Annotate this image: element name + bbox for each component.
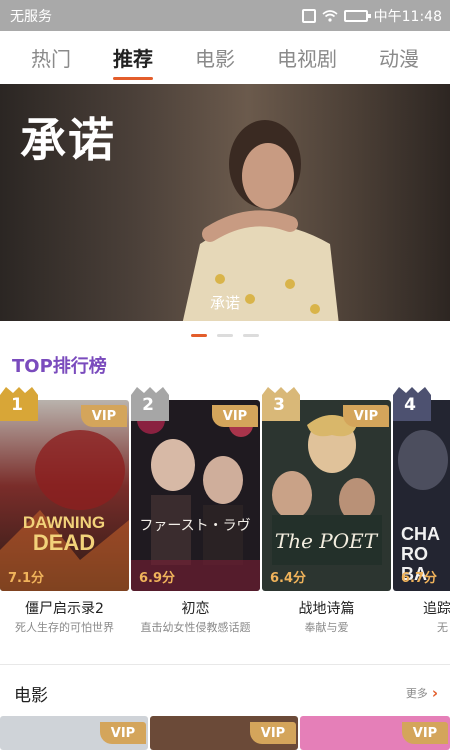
vip-badge: VIP [212,405,258,427]
wifi-icon [322,9,338,22]
movie-description: 死人生存的可怕世界 [15,621,114,634]
tab-recommend[interactable]: 推荐 [107,35,159,80]
poster-image: ファースト・ラヴ [131,400,260,591]
more-link[interactable]: 更多 › [406,684,438,702]
rating-score: 6.9分 [139,571,176,586]
rank-number: 1 [11,395,23,415]
banner-caption: 承诺 [209,294,240,312]
banner-title-art: 承诺 [20,112,116,168]
top-ranking-title: TOP排行榜 [12,356,107,377]
movie-description: 无 [437,621,448,634]
vip-badge: VIP [250,722,296,744]
vibrate-icon [301,8,316,23]
pagination-dot[interactable] [243,334,259,337]
tab-tv-series[interactable]: 电视剧 [271,35,343,80]
vip-badge: VIP [343,405,389,427]
movie-name[interactable]: 僵尸启示录2 [0,598,129,618]
rank-number: 4 [404,395,416,415]
pagination-dot[interactable] [217,334,233,337]
top-ranking-row: DAWNING DEAD 1 VIP 7.1分 僵尸启示录2 死人生存的可怕世界… [0,387,450,647]
movie-name[interactable]: 战地诗篇 [262,598,391,618]
tab-hot[interactable]: 热门 [25,35,77,80]
rating-score: 6.4分 [270,571,307,586]
movie-thumb[interactable]: VIP [300,716,450,750]
movie-row-preview: VIP VIP VIP [0,716,450,750]
poster-image: The POET [262,400,391,591]
pagination-dot[interactable] [191,334,207,337]
status-bar: 无服务 中午11:48 [0,0,450,31]
movie-thumb[interactable]: VIP [150,716,298,750]
banner-title-art-text: 承诺 [20,113,116,167]
movie-section-title: 电影 [14,686,48,706]
rank-number: 3 [273,395,285,415]
svg-text:CHA: CHA [401,524,440,544]
svg-text:DEAD: DEAD [33,530,95,555]
category-tabs: 热门 推荐 电影 电视剧 动漫 [0,31,450,84]
hero-banner[interactable]: 承诺 承诺 [0,84,450,321]
carrier-label: 无服务 [10,8,52,25]
vip-badge: VIP [100,722,146,744]
status-icons: 中午11:48 [301,6,442,26]
svg-text:The POET: The POET [275,529,379,553]
status-time: 中午11:48 [373,8,442,25]
poster-image: CHA RO BA [393,400,450,591]
vip-badge: VIP [402,722,448,744]
banner-figure-image [182,120,339,321]
tab-anime[interactable]: 动漫 [373,35,425,80]
movie-name[interactable]: 追踪 [393,598,450,618]
section-divider [0,664,450,665]
rating-score: 7.1分 [8,571,45,586]
rank-number: 2 [142,395,154,415]
svg-text:ファースト・ラヴ: ファースト・ラヴ [139,517,250,534]
movie-description: 奉献与爱 [304,621,349,634]
poster-image: DAWNING DEAD [0,400,129,591]
svg-text:RO: RO [401,544,428,564]
more-label: 更多 [405,687,428,700]
tab-movie[interactable]: 电影 [189,35,241,80]
movie-name[interactable]: 初恋 [131,598,260,618]
chevron-right-icon: › [431,684,438,702]
rating-score: 6.7分 [401,571,438,586]
vip-badge: VIP [81,405,127,427]
movie-description: 直击幼女性侵教感话题 [140,621,251,634]
battery-icon [343,9,371,22]
movie-thumb[interactable]: VIP [0,716,148,750]
banner-pagination [0,334,450,337]
